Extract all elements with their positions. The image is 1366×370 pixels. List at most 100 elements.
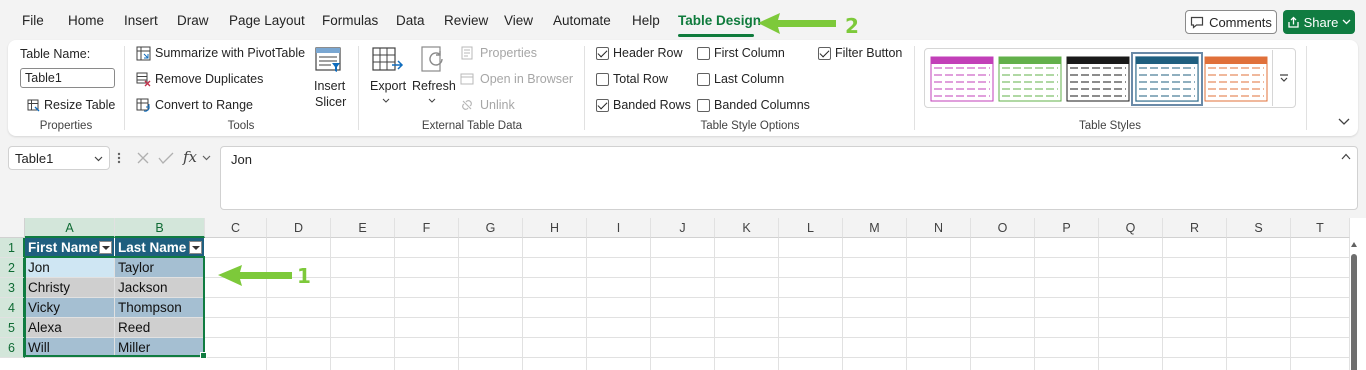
ribbon-collapse-icon[interactable]: [1338, 118, 1350, 126]
column-header-o[interactable]: O: [971, 218, 1035, 238]
table-cell[interactable]: Alexa: [25, 318, 115, 338]
scrollbar-thumb[interactable]: [1351, 254, 1357, 370]
ribbon: Table Name: Resize Table Properties Summ…: [8, 40, 1358, 136]
last-column-checkbox[interactable]: [697, 73, 710, 86]
formula-input[interactable]: Jon: [220, 146, 1358, 210]
banded-rows-checkbox[interactable]: [596, 99, 609, 112]
table-cell[interactable]: Will: [25, 338, 115, 358]
column-header-r[interactable]: R: [1163, 218, 1227, 238]
table-header-cell[interactable]: Last Name: [115, 238, 205, 258]
row-header-2[interactable]: 2: [0, 258, 25, 278]
tab-data[interactable]: Data: [396, 13, 425, 28]
tab-formulas[interactable]: Formulas: [322, 13, 378, 28]
banded-columns-checkbox[interactable]: [697, 99, 710, 112]
tab-table-design[interactable]: Table Design: [678, 13, 761, 28]
select-all-corner[interactable]: [0, 218, 25, 238]
summarize-pivottable-button[interactable]: Summarize with PivotTable: [155, 46, 305, 60]
table-style-thumbnail[interactable]: [1066, 56, 1130, 102]
formula-content: Jon: [231, 152, 252, 167]
table-cell[interactable]: Taylor: [115, 258, 205, 278]
tab-automate[interactable]: Automate: [553, 13, 611, 28]
export-button[interactable]: Export: [370, 79, 406, 93]
gallery-more-button[interactable]: [1272, 50, 1294, 106]
column-header-m[interactable]: M: [843, 218, 907, 238]
table-cell[interactable]: Christy: [25, 278, 115, 298]
table-style-thumbnail[interactable]: [998, 56, 1062, 102]
chevron-up-icon[interactable]: [1341, 153, 1351, 160]
column-header-a[interactable]: A: [25, 218, 115, 238]
tab-review[interactable]: Review: [444, 13, 488, 28]
header-row-checkbox[interactable]: [596, 47, 609, 60]
column-header-k[interactable]: K: [715, 218, 779, 238]
vertical-scrollbar[interactable]: [1350, 238, 1358, 370]
table-style-thumbnail[interactable]: [1131, 52, 1203, 106]
table-style-thumbnail[interactable]: [930, 56, 994, 102]
tab-insert[interactable]: Insert: [124, 13, 158, 28]
column-header-i[interactable]: I: [587, 218, 651, 238]
insert-function-button[interactable]: fx: [183, 148, 197, 166]
column-header-c[interactable]: C: [205, 218, 267, 238]
column-header-g[interactable]: G: [459, 218, 523, 238]
unlink-button[interactable]: Unlink: [480, 98, 515, 112]
chevron-down-icon: [382, 98, 390, 103]
tab-page-layout[interactable]: Page Layout: [229, 13, 305, 28]
name-box[interactable]: Table1: [8, 146, 110, 170]
tab-draw[interactable]: Draw: [177, 13, 209, 28]
filter-button-checkbox[interactable]: [818, 47, 831, 60]
table-cell[interactable]: Vicky: [25, 298, 115, 318]
column-header-e[interactable]: E: [331, 218, 395, 238]
share-button[interactable]: Share: [1283, 10, 1355, 34]
total-row-label: Total Row: [613, 72, 668, 86]
tab-view[interactable]: View: [504, 13, 533, 28]
active-cell[interactable]: Jon: [25, 258, 115, 278]
table-style-thumbnail[interactable]: [1204, 56, 1268, 102]
column-header-s[interactable]: S: [1227, 218, 1291, 238]
remove-duplicates-button[interactable]: Remove Duplicates: [155, 72, 263, 86]
enter-check-icon[interactable]: [158, 151, 174, 165]
column-header-j[interactable]: J: [651, 218, 715, 238]
row-header-5[interactable]: 5: [0, 318, 25, 338]
column-header-t[interactable]: T: [1291, 218, 1350, 238]
table-name-input[interactable]: [20, 68, 115, 88]
column-header-h[interactable]: H: [523, 218, 587, 238]
cancel-icon[interactable]: [136, 151, 150, 165]
total-row-checkbox[interactable]: [596, 73, 609, 86]
row-header-6[interactable]: 6: [0, 338, 25, 358]
resize-table-button[interactable]: Resize Table: [44, 98, 115, 112]
filter-dropdown-icon[interactable]: [189, 241, 202, 254]
tab-home[interactable]: Home: [68, 13, 104, 28]
row-header-4[interactable]: 4: [0, 298, 25, 318]
tab-file[interactable]: File: [22, 13, 44, 28]
table-cell[interactable]: Miller: [115, 338, 205, 358]
tab-help[interactable]: Help: [632, 13, 660, 28]
table-header-cell[interactable]: First Name: [25, 238, 115, 258]
first-column-checkbox[interactable]: [697, 47, 710, 60]
table-cell[interactable]: Jackson: [115, 278, 205, 298]
row-header-3[interactable]: 3: [0, 278, 25, 298]
table-cell[interactable]: Reed: [115, 318, 205, 338]
fill-handle[interactable]: [200, 352, 207, 359]
column-header-q[interactable]: Q: [1099, 218, 1163, 238]
properties-button[interactable]: Properties: [480, 46, 537, 60]
open-in-browser-button[interactable]: Open in Browser: [480, 72, 573, 86]
column-header-l[interactable]: L: [779, 218, 843, 238]
worksheet-grid: ABCDEFGHIJKLMNOPQRST 123456 First Name La…: [0, 218, 1366, 370]
column-header-b[interactable]: B: [115, 218, 205, 238]
comments-button[interactable]: Comments: [1185, 10, 1277, 34]
column-header-p[interactable]: P: [1035, 218, 1099, 238]
table-cell[interactable]: Thompson: [115, 298, 205, 318]
insert-slicer-button[interactable]: Insert: [314, 79, 345, 93]
banded-rows-label: Banded Rows: [613, 98, 691, 112]
convert-to-range-button[interactable]: Convert to Range: [155, 98, 253, 112]
filter-dropdown-icon[interactable]: [99, 241, 112, 254]
group-divider: [584, 46, 585, 130]
column-header-d[interactable]: D: [267, 218, 331, 238]
chevron-down-icon[interactable]: [202, 155, 211, 161]
more-options-icon[interactable]: [117, 151, 121, 165]
column-header-n[interactable]: N: [907, 218, 971, 238]
column-header-f[interactable]: F: [395, 218, 459, 238]
first-column-label: First Column: [714, 46, 785, 60]
refresh-button[interactable]: Refresh: [412, 79, 456, 93]
scroll-up-icon[interactable]: [1350, 239, 1358, 249]
row-header-1[interactable]: 1: [0, 238, 25, 258]
